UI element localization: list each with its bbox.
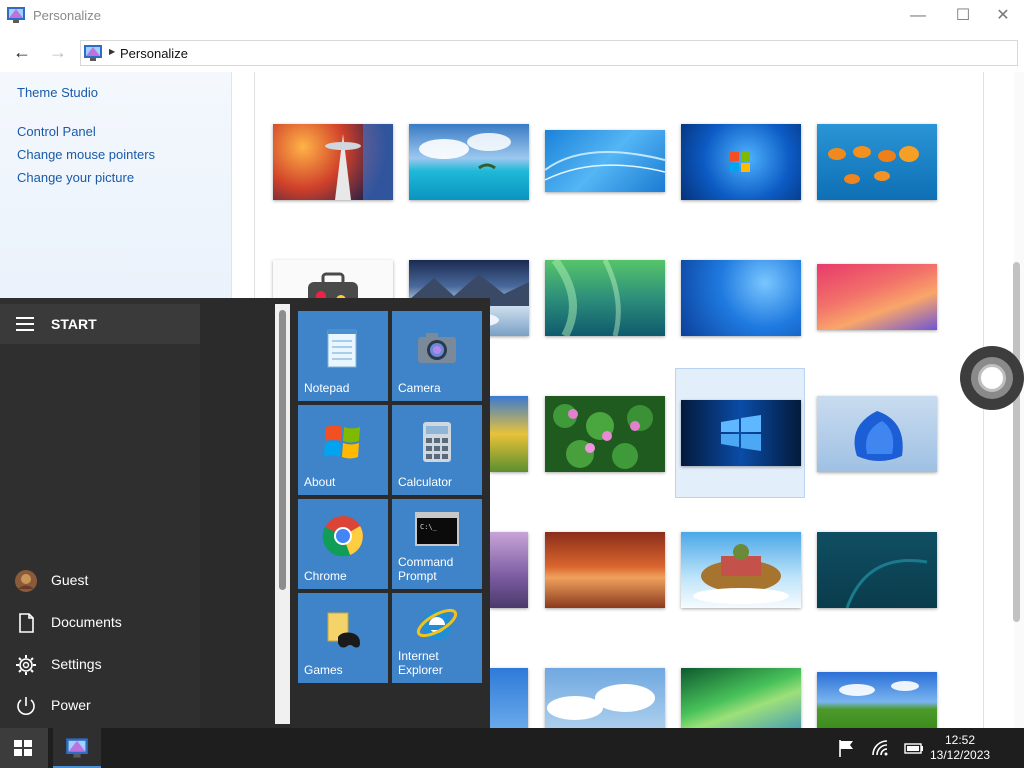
forward-button[interactable]: → [46, 41, 70, 63]
title-bar: Personalize — ☐ ✕ [0, 0, 1024, 32]
wallpaper-blue-sky[interactable] [490, 668, 528, 728]
close-button[interactable]: ✕ [983, 4, 1023, 28]
start-item-power[interactable]: Power [0, 687, 200, 725]
wallpaper-teal-abstract[interactable] [817, 532, 937, 608]
wallpaper-vista-aurora[interactable] [681, 668, 801, 728]
start-item-label: Power [51, 697, 91, 713]
user-avatar-icon [15, 570, 37, 592]
games-icon [327, 612, 360, 648]
wallpaper-tropical-island[interactable] [409, 124, 529, 200]
tile-label: About [304, 475, 336, 489]
wallpaper-bliss-hills[interactable] [817, 672, 937, 728]
change-mouse-pointers-link[interactable]: Change mouse pointers [17, 147, 155, 162]
start-menu-scrollbar[interactable] [275, 304, 290, 724]
tile-games[interactable]: Games [298, 593, 388, 683]
start-item-label: Documents [51, 614, 122, 630]
wallpaper-green-aurora[interactable] [545, 260, 665, 336]
command-prompt-icon: C:\_ [415, 512, 459, 546]
wallpaper-lavender-field[interactable] [490, 532, 528, 608]
tile-chrome[interactable]: Chrome [298, 499, 388, 589]
taskbar: 12:52 13/12/2023 [0, 728, 1024, 768]
tile-camera[interactable]: Camera [392, 311, 482, 401]
wallpaper-blue-light[interactable] [681, 260, 801, 336]
tile-notepad[interactable]: Notepad [298, 311, 388, 401]
clock-time: 12:52 [944, 733, 976, 747]
svg-text:C:\_: C:\_ [420, 523, 438, 531]
window-title: Personalize [33, 8, 101, 23]
clock[interactable]: 12:52 13/12/2023 [930, 733, 990, 763]
tile-label: Calculator [398, 475, 453, 489]
wallpaper-orange-fish[interactable] [817, 124, 937, 200]
computer-icon [84, 45, 102, 61]
tile-label: Notepad [304, 381, 350, 395]
start-item-guest[interactable]: Guest [0, 562, 200, 600]
tile-internet-explorer[interactable]: Internet Explorer [392, 593, 482, 683]
wallpaper-cloudy-sky[interactable] [545, 668, 665, 728]
clock-date: 13/12/2023 [930, 748, 991, 762]
personalize-taskbar-icon [66, 738, 88, 758]
document-icon [19, 613, 34, 633]
windows-logo-icon [14, 740, 32, 756]
calculator-icon [423, 422, 451, 462]
start-menu: START Guest Documents Settings Power Not… [0, 298, 490, 728]
wallpaper-windows-11-bloom[interactable] [817, 396, 937, 472]
notepad-icon [327, 329, 357, 368]
breadcrumb-personalize[interactable]: Personalize [120, 46, 188, 61]
start-menu-header[interactable]: START [0, 304, 200, 344]
battery-icon[interactable] [904, 738, 924, 758]
wallpaper-water-lilies[interactable] [545, 396, 665, 472]
wallpaper-windows-7[interactable] [681, 124, 801, 200]
address-bar: ← → ▶ Personalize [0, 32, 1024, 72]
taskbar-personalize-app[interactable] [53, 728, 101, 768]
start-item-label: Settings [51, 656, 102, 672]
wallpaper-space-needle[interactable] [273, 124, 393, 200]
tile-command-prompt[interactable]: C:\_ Command Prompt [392, 499, 482, 589]
start-menu-scrollbar-thumb[interactable] [279, 310, 286, 590]
start-item-settings[interactable]: Settings [0, 646, 200, 684]
gear-icon [16, 655, 36, 675]
power-icon [17, 697, 35, 715]
network-icon[interactable] [870, 738, 890, 758]
hamburger-menu-icon [16, 317, 34, 331]
back-button[interactable]: ← [10, 41, 34, 63]
start-button[interactable] [0, 728, 48, 768]
camera-icon [418, 333, 456, 363]
wallpaper-windows-10[interactable] [681, 400, 801, 466]
tile-label: Internet Explorer [398, 649, 443, 677]
start-item-documents[interactable]: Documents [0, 604, 200, 642]
start-label: START [51, 316, 97, 332]
tile-label: Camera [398, 381, 441, 395]
tile-label: Command Prompt [398, 555, 454, 583]
breadcrumb-chevron-icon: ▶ [109, 47, 116, 56]
assistive-touch-core [978, 364, 1006, 392]
tile-label: Games [304, 663, 343, 677]
tile-calculator[interactable]: Calculator [392, 405, 482, 495]
wallpaper-floating-island[interactable] [681, 532, 801, 608]
maximize-button[interactable]: ☐ [943, 4, 983, 28]
assistive-touch-button[interactable] [960, 346, 1024, 410]
flag-icon[interactable] [836, 738, 856, 758]
control-panel-link[interactable]: Control Panel [17, 124, 96, 139]
wallpaper-blue-waves[interactable] [545, 130, 665, 192]
internet-explorer-icon [416, 608, 458, 640]
change-your-picture-link[interactable]: Change your picture [17, 170, 134, 185]
windows-flag-icon [324, 425, 360, 459]
minimize-button[interactable]: — [898, 4, 938, 28]
tile-label: Chrome [304, 569, 347, 583]
sidebar: Theme Studio Control Panel Change mouse … [0, 72, 232, 298]
chrome-icon [322, 516, 363, 557]
tile-about[interactable]: About [298, 405, 388, 495]
start-menu-sidebar: START Guest Documents Settings Power [0, 298, 200, 728]
personalize-app-icon [7, 7, 25, 23]
theme-studio-link[interactable]: Theme Studio [17, 85, 98, 100]
wallpaper-red-canyon[interactable] [545, 532, 665, 608]
wallpaper-tulips[interactable] [490, 396, 528, 472]
start-item-label: Guest [51, 572, 89, 588]
address-field[interactable]: ▶ Personalize [80, 40, 1018, 66]
gallery-scrollbar-thumb[interactable] [1013, 262, 1020, 622]
wallpaper-macos-big-sur[interactable] [817, 264, 937, 330]
